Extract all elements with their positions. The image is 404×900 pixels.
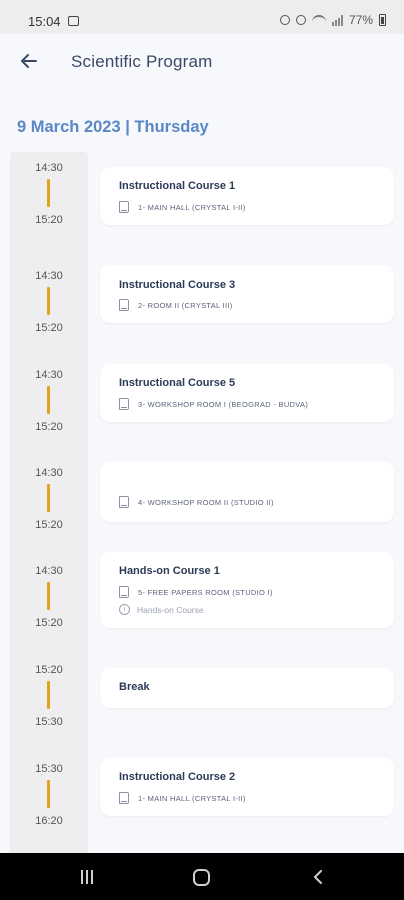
alarm-icon: [295, 15, 306, 25]
battery-percent: 77%: [348, 13, 373, 27]
room-label: 4- WORKSHOP ROOM II (STUDIO II): [138, 497, 274, 507]
time-slot: 15:30 16:20: [10, 763, 88, 833]
system-back-icon[interactable]: [311, 870, 325, 884]
end-time: 15:20: [35, 322, 63, 334]
end-time: 15:20: [35, 519, 63, 531]
date-heading: 9 March 2023 | Thursday: [17, 118, 209, 136]
book-icon: [119, 299, 129, 311]
time-bar: [47, 287, 50, 315]
start-time: 15:20: [35, 664, 63, 676]
end-time: 15:20: [35, 214, 63, 226]
book-icon: [119, 398, 129, 410]
end-time: 15:20: [35, 617, 63, 629]
battery-icon: [379, 14, 386, 26]
gallery-notification-icon: [68, 16, 79, 26]
home-icon[interactable]: [193, 869, 210, 886]
session-room: 1- MAIN HALL (CRYSTAL I-II): [119, 201, 246, 213]
session-title: Hands-on Course 1: [119, 565, 220, 577]
start-time: 14:30: [35, 467, 63, 479]
start-time: 14:30: [35, 270, 63, 282]
book-icon: [119, 792, 129, 804]
session-room: 1- MAIN HALL (CRYSTAL I-II): [119, 792, 246, 804]
session-title: Instructional Course 2: [119, 771, 236, 783]
status-icons: 77%: [279, 13, 386, 27]
time-bar: [47, 582, 50, 610]
end-time: 15:20: [35, 421, 63, 433]
room-label: 1- MAIN HALL (CRYSTAL I-II): [138, 793, 246, 803]
session-card[interactable]: 4- WORKSHOP ROOM II (STUDIO II): [100, 462, 394, 522]
session-type: i Hands-on Course: [119, 604, 204, 615]
start-time: 14:30: [35, 162, 63, 174]
system-nav-bar: [0, 853, 404, 900]
session-title: Instructional Course 3: [119, 279, 236, 291]
time-slot: 14:30 15:20: [10, 467, 88, 537]
session-card[interactable]: Hands-on Course 1 5- FREE PAPERS ROOM (S…: [100, 552, 394, 628]
room-label: 1- MAIN HALL (CRYSTAL I-II): [138, 202, 246, 212]
app-header: Scientific Program: [0, 34, 404, 90]
status-time: 15:04: [28, 14, 61, 29]
time-bar: [47, 780, 50, 808]
book-icon: [119, 201, 129, 213]
book-icon: [119, 586, 129, 598]
session-room: 2- ROOM II (CRYSTAL III): [119, 299, 233, 311]
session-card[interactable]: Instructional Course 5 3- WORKSHOP ROOM …: [100, 364, 394, 422]
start-time: 14:30: [35, 369, 63, 381]
time-slot: 14:30 15:20: [10, 162, 88, 232]
session-room: 5- FREE PAPERS ROOM (STUDIO I): [119, 586, 273, 598]
start-time: 14:30: [35, 565, 63, 577]
session-title: Instructional Course 5: [119, 377, 236, 389]
session-card[interactable]: Instructional Course 3 2- ROOM II (CRYST…: [100, 265, 394, 323]
break-card[interactable]: Break: [100, 668, 394, 708]
time-bar: [47, 484, 50, 512]
notification-icon: [279, 15, 290, 25]
start-time: 15:30: [35, 763, 63, 775]
session-room: 3- WORKSHOP ROOM I (BEOGRAD - BUDVA): [119, 398, 308, 410]
back-arrow-icon[interactable]: [16, 48, 42, 74]
time-slot: 14:30 15:20: [10, 565, 88, 635]
time-slot: 14:30 15:20: [10, 270, 88, 340]
wifi-icon: [311, 15, 326, 25]
info-icon: i: [119, 604, 130, 615]
session-type-label: Hands-on Course: [137, 604, 204, 615]
time-slot: 15:20 15:30: [10, 664, 88, 734]
signal-icon: [331, 14, 343, 26]
session-card[interactable]: Instructional Course 1 1- MAIN HALL (CRY…: [100, 167, 394, 225]
end-time: 15:30: [35, 716, 63, 728]
time-bar: [47, 386, 50, 414]
recent-apps-icon[interactable]: [81, 870, 93, 884]
time-slot: 14:30 15:20: [10, 369, 88, 439]
end-time: 16:20: [35, 815, 63, 827]
session-card[interactable]: Instructional Course 2 1- MAIN HALL (CRY…: [100, 758, 394, 816]
status-bar: 15:04 77%: [0, 0, 404, 34]
room-label: 2- ROOM II (CRYSTAL III): [138, 300, 233, 310]
page-title: Scientific Program: [71, 52, 213, 71]
time-bar: [47, 681, 50, 709]
book-icon: [119, 496, 129, 508]
time-bar: [47, 179, 50, 207]
room-label: 5- FREE PAPERS ROOM (STUDIO I): [138, 587, 273, 597]
room-label: 3- WORKSHOP ROOM I (BEOGRAD - BUDVA): [138, 399, 309, 409]
session-room: 4- WORKSHOP ROOM II (STUDIO II): [119, 496, 274, 508]
session-title: Break: [119, 681, 150, 693]
session-title: Instructional Course 1: [119, 180, 236, 192]
